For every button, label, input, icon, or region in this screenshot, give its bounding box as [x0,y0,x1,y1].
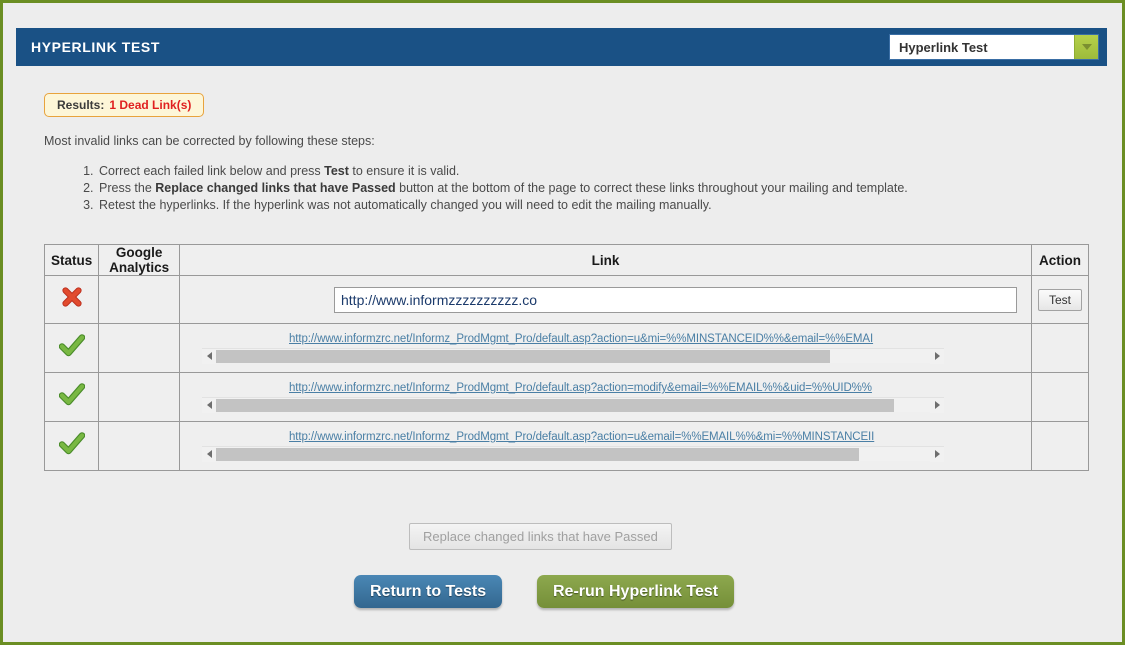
scroll-left-arrow-icon[interactable] [202,446,216,462]
scrollbar-track[interactable] [216,398,930,412]
column-header-link: Link [179,244,1032,276]
page-header: HYPERLINK TEST Hyperlink Test [16,28,1107,66]
table-row: http://www.informzrc.net/Informz_ProdMgm… [43,421,1089,471]
action-cell: Test [1031,275,1089,324]
table-row: Test [43,275,1089,324]
scroll-right-arrow-icon[interactable] [930,446,944,462]
column-header-status: Status [43,244,100,276]
scroll-right-arrow-icon[interactable] [930,397,944,413]
test-type-select-value: Hyperlink Test [899,39,988,55]
status-cell [43,323,100,373]
status-cell [43,421,100,471]
chevron-down-icon[interactable] [1074,35,1098,59]
link-cell: http://www.informzrc.net/Informz_ProdMgm… [179,323,1032,373]
results-label: Results: [57,98,105,112]
table-row: http://www.informzrc.net/Informz_ProdMgm… [43,323,1089,373]
link-cell: http://www.informzrc.net/Informz_ProdMgm… [179,421,1032,471]
green-check-icon [58,431,85,456]
table-header-row: Status Google Analytics Link Action [43,244,1089,276]
status-badge: Results: 1 Dead Link(s) [44,93,205,117]
link-cell: http://www.informzrc.net/Informz_ProdMgm… [179,372,1032,422]
status-cell [43,275,100,324]
list-item: Correct each failed link below and press… [97,163,908,180]
status-cell [43,372,100,422]
url-input[interactable] [334,286,1017,313]
step-text-suffix: to ensure it is valid. [348,164,460,178]
horizontal-scrollbar[interactable] [202,348,944,364]
link-cell [179,275,1032,324]
link-url[interactable]: http://www.informzrc.net/Informz_ProdMgm… [289,382,1017,394]
action-cell [1031,372,1089,422]
rerun-hyperlink-test-button[interactable]: Re-run Hyperlink Test [537,575,735,608]
test-button[interactable]: Test [1037,288,1082,311]
google-analytics-cell [98,275,180,324]
step-text-prefix: Correct each failed link below and press [99,164,325,178]
results-count: 1 Dead Link(s) [109,98,192,112]
google-analytics-cell [98,323,180,373]
green-check-icon [58,382,85,407]
instructions-intro: Most invalid links can be corrected by f… [44,134,375,148]
step-text-suffix: button at the bottom of the page to corr… [395,181,908,195]
scroll-right-arrow-icon[interactable] [930,348,944,364]
scrollbar-track[interactable] [216,447,930,461]
page-title: HYPERLINK TEST [31,39,160,55]
scroll-left-arrow-icon[interactable] [202,397,216,413]
instructions-steps: Correct each failed link below and press… [63,163,908,214]
step-text-bold: Test [324,164,349,178]
google-analytics-cell [98,421,180,471]
column-header-action: Action [1031,244,1089,276]
action-cell [1031,421,1089,471]
scroll-left-arrow-icon[interactable] [202,348,216,364]
links-table: Status Google Analytics Link Action http… [43,244,1089,471]
scrollbar-thumb[interactable] [216,349,831,363]
link-url[interactable]: http://www.informzrc.net/Informz_ProdMgm… [289,333,1017,345]
horizontal-scrollbar[interactable] [202,397,944,413]
scrollbar-thumb[interactable] [216,398,895,412]
scrollbar-thumb[interactable] [216,447,859,461]
scrollbar-track[interactable] [216,349,930,363]
link-url[interactable]: http://www.informzrc.net/Informz_ProdMgm… [289,431,1017,443]
test-type-select[interactable]: Hyperlink Test [889,34,1099,60]
action-cell [1031,323,1089,373]
horizontal-scrollbar[interactable] [202,446,944,462]
return-to-tests-button[interactable]: Return to Tests [354,575,503,608]
replace-changed-links-button[interactable]: Replace changed links that have Passed [409,523,672,550]
hyperlink-test-page: HYPERLINK TEST Hyperlink Test Results: 1… [0,0,1125,645]
google-analytics-cell [98,372,180,422]
step-text-prefix: Retest the hyperlinks. If the hyperlink … [99,198,712,212]
table-row: http://www.informzrc.net/Informz_ProdMgm… [43,372,1089,422]
list-item: Retest the hyperlinks. If the hyperlink … [97,197,908,214]
step-text-prefix: Press the [99,181,156,195]
column-header-google-analytics: Google Analytics [98,244,180,276]
step-text-bold: Replace changed links that have Passed [155,181,396,195]
green-check-icon [58,333,85,358]
list-item: Press the Replace changed links that hav… [97,180,908,197]
red-x-icon [60,285,84,309]
